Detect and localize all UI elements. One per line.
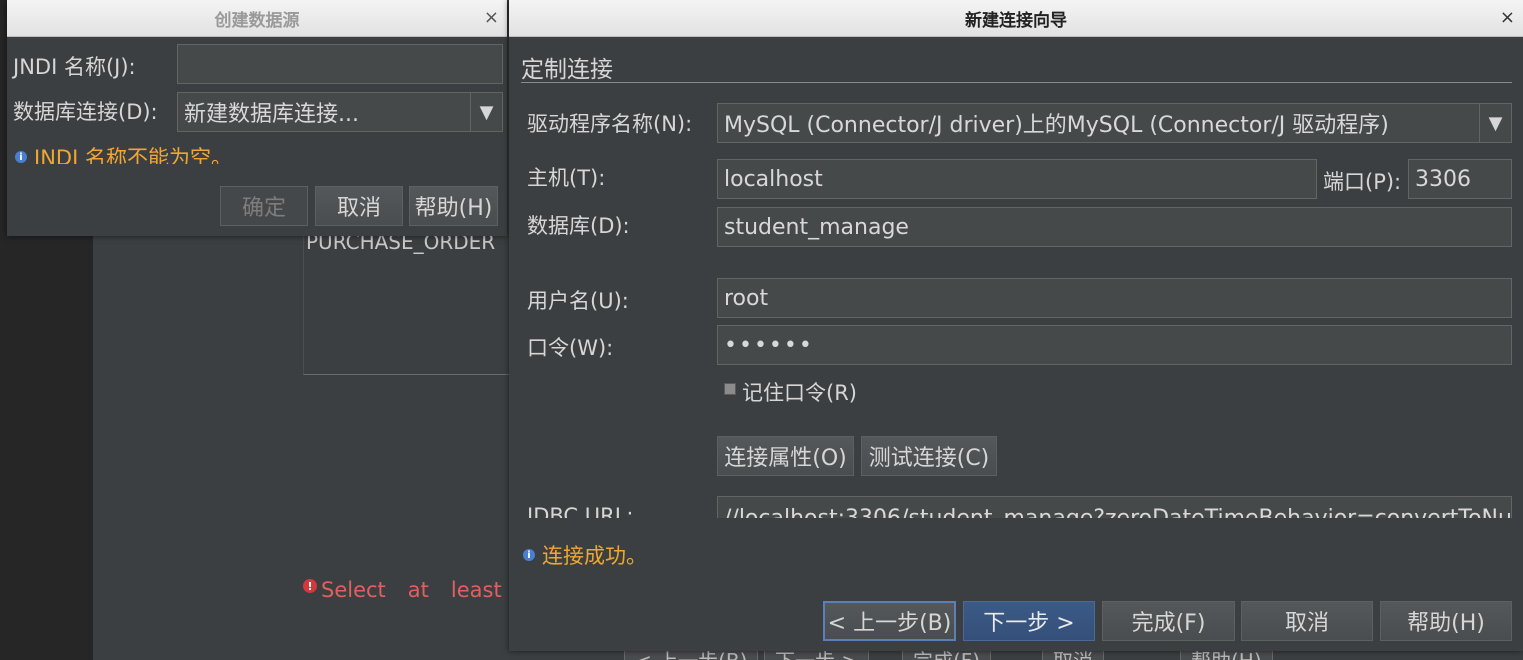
finish-button[interactable]: 完成(F) bbox=[1102, 601, 1235, 641]
error-word: Select bbox=[321, 578, 386, 602]
driver-value: MySQL (Connector/J driver)上的MySQL (Conne… bbox=[724, 113, 1389, 138]
remember-password-checkbox[interactable] bbox=[724, 383, 736, 395]
section-title: 定制连接 bbox=[521, 57, 613, 83]
error-word: at bbox=[407, 578, 429, 602]
close-icon[interactable]: × bbox=[484, 7, 499, 28]
validation-message: i JNDI 名称不能为空。 bbox=[15, 143, 485, 164]
cancel-button[interactable]: 取消 bbox=[1241, 601, 1373, 641]
ok-button[interactable]: 确定 bbox=[220, 186, 308, 226]
cancel-button[interactable]: 取消 bbox=[315, 186, 403, 226]
jndi-name-label: JNDI 名称(J): bbox=[13, 55, 136, 79]
db-connection-value: 新建数据库连接... bbox=[184, 102, 359, 127]
background-error-message: ! Select at least bbox=[303, 578, 524, 602]
host-label: 主机(T): bbox=[527, 166, 606, 190]
status-text: 连接成功。 bbox=[542, 544, 647, 568]
jdbc-url-input[interactable]: //localhost:3306/student_manage?zeroDate… bbox=[717, 496, 1512, 518]
password-label: 口令(W): bbox=[527, 336, 614, 360]
back-button[interactable]: < 上一步(B) bbox=[823, 601, 956, 641]
section-divider bbox=[521, 82, 1512, 83]
help-button[interactable]: 帮助(H) bbox=[1380, 601, 1512, 641]
driver-name-label: 驱动程序名称(N): bbox=[527, 112, 693, 136]
username-label: 用户名(U): bbox=[527, 289, 629, 313]
username-input[interactable]: root bbox=[717, 278, 1512, 318]
dialog-titlebar[interactable]: 创建数据源 × bbox=[7, 0, 507, 37]
driver-select[interactable]: MySQL (Connector/J driver)上的MySQL (Conne… bbox=[717, 103, 1512, 143]
connection-properties-button[interactable]: 连接属性(O) bbox=[717, 436, 854, 476]
database-input[interactable]: student_manage bbox=[717, 207, 1512, 247]
db-connection-select[interactable]: 新建数据库连接... ▼ bbox=[177, 92, 503, 132]
error-icon: ! bbox=[303, 579, 317, 593]
info-icon: i bbox=[15, 151, 27, 163]
dialog-title: 新建连接向导 bbox=[965, 10, 1067, 31]
error-word: least bbox=[450, 578, 502, 602]
dialog-titlebar[interactable]: 新建连接向导 × bbox=[509, 0, 1523, 37]
password-input[interactable]: •••••• bbox=[717, 325, 1512, 365]
dropdown-arrow-icon[interactable]: ▼ bbox=[470, 93, 502, 131]
jndi-name-input[interactable] bbox=[177, 44, 503, 84]
port-label: 端口(P): bbox=[1323, 170, 1402, 194]
remember-password-label[interactable]: 记住口令(R) bbox=[742, 377, 857, 407]
host-input[interactable]: localhost bbox=[717, 159, 1317, 199]
jdbc-url-row: JDBC URL: //localhost:3306/student_manag… bbox=[509, 494, 1523, 518]
create-datasource-dialog: 创建数据源 × JNDI 名称(J): 数据库连接(D): 新建数据库连接...… bbox=[7, 0, 507, 236]
test-connection-button[interactable]: 测试连接(C) bbox=[861, 436, 997, 476]
status-message: i 连接成功。 bbox=[523, 540, 647, 570]
dropdown-arrow-icon[interactable]: ▼ bbox=[1479, 104, 1511, 142]
database-label: 数据库(D): bbox=[527, 214, 630, 238]
next-button[interactable]: 下一步 > bbox=[963, 601, 1095, 641]
new-connection-wizard-dialog: 新建连接向导 × 定制连接 驱动程序名称(N): MySQL (Connecto… bbox=[509, 0, 1523, 651]
db-connection-label: 数据库连接(D): bbox=[13, 100, 158, 124]
validation-text: JNDI 名称不能为空。 bbox=[34, 146, 232, 164]
help-button[interactable]: 帮助(H) bbox=[409, 186, 498, 226]
info-icon: i bbox=[523, 549, 535, 561]
close-icon[interactable]: × bbox=[1500, 7, 1515, 28]
port-input[interactable]: 3306 bbox=[1408, 159, 1512, 199]
dialog-title: 创建数据源 bbox=[214, 10, 300, 31]
jdbc-url-label: JDBC URL: bbox=[527, 504, 634, 518]
background-table-list: PURCHASE_ORDER bbox=[303, 228, 519, 375]
